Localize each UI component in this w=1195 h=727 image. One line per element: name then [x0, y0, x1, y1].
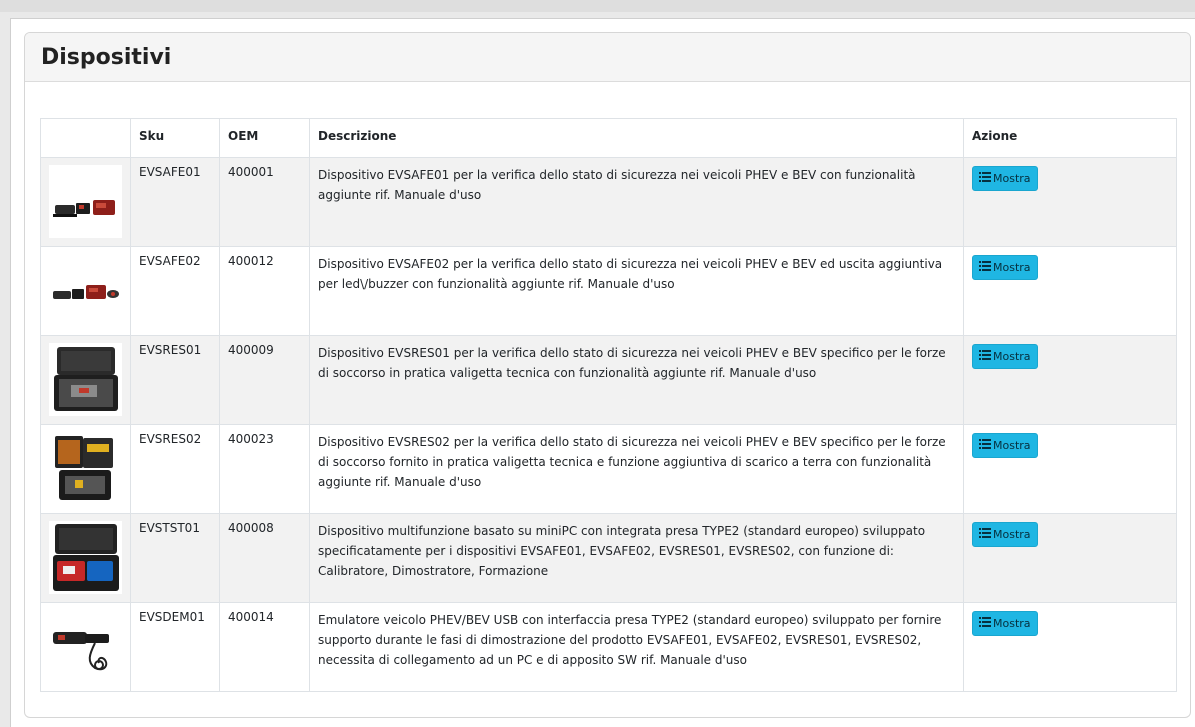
action-cell: Mostra [963, 424, 1177, 514]
list-icon [979, 172, 991, 185]
devices-table: Sku OEM Descrizione Azione EVSAFE01 40000… [40, 118, 1177, 692]
panel-header: Dispositivi [25, 33, 1190, 82]
sku-cell: EVSAFE02 [130, 246, 220, 336]
action-cell: Mostra [963, 246, 1177, 336]
column-header-description: Descrizione [309, 118, 964, 158]
sku-cell: EVSDEM01 [130, 602, 220, 692]
device-image [49, 343, 122, 416]
sku-cell: EVSAFE01 [130, 157, 220, 247]
column-header-image [40, 118, 131, 158]
device-image [49, 521, 122, 594]
description-cell: Dispositivo EVSRES02 per la verifica del… [309, 424, 964, 514]
table-row: EVSRES01 400009 Dispositivo EVSRES01 per l… [40, 335, 1177, 425]
column-header-sku: Sku [130, 118, 220, 158]
description-cell: Dispositivo EVSAFE02 per la verifica del… [309, 246, 964, 336]
oem-cell: 400012 [219, 246, 310, 336]
device-image [49, 254, 122, 327]
action-cell: Mostra [963, 513, 1177, 603]
oem-cell: 400023 [219, 424, 310, 514]
oem-cell: 400001 [219, 157, 310, 247]
action-cell: Mostra [963, 602, 1177, 692]
show-button[interactable]: Mostra [972, 522, 1038, 547]
device-image [49, 432, 122, 505]
list-icon [979, 350, 991, 363]
table-row: EVSAFE02 400012 Dispositivo EVSAFE02 per l… [40, 246, 1177, 336]
show-button-label: Mostra [993, 350, 1031, 363]
list-icon [979, 439, 991, 452]
action-cell: Mostra [963, 335, 1177, 425]
show-button-label: Mostra [993, 617, 1031, 630]
show-button[interactable]: Mostra [972, 611, 1038, 636]
description-cell: Dispositivo EVSRES01 per la verifica del… [309, 335, 964, 425]
show-button[interactable]: Mostra [972, 166, 1038, 191]
action-cell: Mostra [963, 157, 1177, 247]
table-row: EVSDEM01 400014 Emulatore veicolo PHEV/BEV… [40, 602, 1177, 692]
device-image-cell [40, 157, 131, 247]
oem-cell: 400009 [219, 335, 310, 425]
description-cell: Emulatore veicolo PHEV/BEV USB con inter… [309, 602, 964, 692]
device-image-cell [40, 424, 131, 514]
table-header-row: Sku OEM Descrizione Azione [40, 118, 1177, 158]
list-icon [979, 528, 991, 541]
device-image-cell [40, 246, 131, 336]
description-cell: Dispositivo EVSAFE01 per la verifica del… [309, 157, 964, 247]
table-row: EVSAFE01 400001 Dispositivo EVSAFE01 per l… [40, 157, 1177, 247]
device-image [49, 610, 122, 683]
sku-cell: EVSRES01 [130, 335, 220, 425]
show-button-label: Mostra [993, 172, 1031, 185]
column-header-action: Azione [963, 118, 1177, 158]
top-band [0, 0, 1195, 12]
table-row: EVSTST01 400008 Dispositivo multifunzione … [40, 513, 1177, 603]
show-button-label: Mostra [993, 261, 1031, 274]
description-cell: Dispositivo multifunzione basato su mini… [309, 513, 964, 603]
table-row: EVSRES02 400023 Dispositivo EVSRES02 per l… [40, 424, 1177, 514]
device-image [49, 165, 122, 238]
device-image-cell [40, 602, 131, 692]
device-image-cell [40, 335, 131, 425]
sku-cell: EVSRES02 [130, 424, 220, 514]
list-icon [979, 261, 991, 274]
show-button-label: Mostra [993, 439, 1031, 452]
show-button[interactable]: Mostra [972, 255, 1038, 280]
oem-cell: 400014 [219, 602, 310, 692]
oem-cell: 400008 [219, 513, 310, 603]
show-button[interactable]: Mostra [972, 344, 1038, 369]
list-icon [979, 617, 991, 630]
device-image-cell [40, 513, 131, 603]
devices-panel: Dispositivi Sku OEM Descrizione Azione E… [24, 32, 1191, 718]
column-header-oem: OEM [219, 118, 310, 158]
sku-cell: EVSTST01 [130, 513, 220, 603]
show-button-label: Mostra [993, 528, 1031, 541]
page-title: Dispositivi [41, 44, 172, 70]
show-button[interactable]: Mostra [972, 433, 1038, 458]
